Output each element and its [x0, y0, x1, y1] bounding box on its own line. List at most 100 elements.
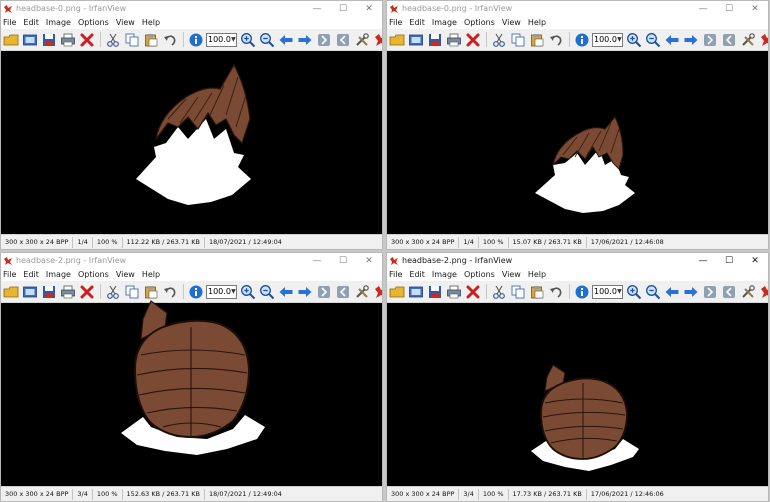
slideshow-icon[interactable]	[407, 283, 424, 300]
menu-file[interactable]: File	[3, 270, 16, 279]
cut-icon[interactable]	[490, 283, 507, 300]
open-folder-icon[interactable]	[388, 31, 405, 48]
menu-file[interactable]: File	[389, 18, 402, 27]
cut-icon[interactable]	[104, 283, 121, 300]
tools-icon[interactable]	[739, 31, 756, 48]
delete-icon[interactable]	[78, 283, 95, 300]
irfanview-logo-icon[interactable]	[758, 31, 768, 48]
image-canvas[interactable]	[1, 300, 382, 487]
menu-help[interactable]: Help	[528, 270, 546, 279]
slideshow-icon[interactable]	[21, 31, 38, 48]
next-icon[interactable]	[682, 283, 699, 300]
zoom-select[interactable]: 100.0 ▼	[592, 32, 623, 47]
minimize-button[interactable]: —	[304, 253, 330, 268]
minimize-button[interactable]: —	[304, 1, 330, 16]
menu-options[interactable]: Options	[78, 18, 109, 27]
menu-image[interactable]: Image	[432, 270, 457, 279]
menu-help[interactable]: Help	[142, 270, 160, 279]
print-icon[interactable]	[445, 283, 462, 300]
info-icon[interactable]	[187, 283, 204, 300]
title-bar[interactable]: headbase-2.png - IrfanView — ☐ ✕	[387, 253, 768, 268]
menu-view[interactable]: View	[116, 18, 135, 27]
zoom-in-icon[interactable]	[239, 31, 256, 48]
zoom-select[interactable]: 100.0 ▼	[206, 32, 237, 47]
tools-icon[interactable]	[739, 283, 756, 300]
menu-view[interactable]: View	[502, 18, 521, 27]
close-button[interactable]: ✕	[742, 1, 768, 16]
tools-icon[interactable]	[353, 283, 370, 300]
image-canvas[interactable]	[1, 51, 382, 235]
menu-edit[interactable]: Edit	[23, 270, 39, 279]
copy-icon[interactable]	[509, 31, 526, 48]
print-icon[interactable]	[59, 283, 76, 300]
next-icon[interactable]	[296, 31, 313, 48]
copy-icon[interactable]	[123, 31, 140, 48]
first-icon[interactable]	[315, 31, 332, 48]
open-folder-icon[interactable]	[2, 283, 19, 300]
irfanview-logo-icon[interactable]	[372, 283, 382, 300]
zoom-in-icon[interactable]	[625, 283, 642, 300]
print-icon[interactable]	[59, 31, 76, 48]
maximize-button[interactable]: ☐	[330, 1, 356, 16]
undo-icon[interactable]	[161, 283, 178, 300]
minimize-button[interactable]: —	[690, 253, 716, 268]
irfanview-logo-icon[interactable]	[758, 283, 768, 300]
open-folder-icon[interactable]	[2, 31, 19, 48]
info-icon[interactable]	[573, 31, 590, 48]
next-icon[interactable]	[296, 283, 313, 300]
zoom-out-icon[interactable]	[644, 31, 661, 48]
cut-icon[interactable]	[490, 31, 507, 48]
zoom-out-icon[interactable]	[258, 283, 275, 300]
first-icon[interactable]	[315, 283, 332, 300]
delete-icon[interactable]	[464, 283, 481, 300]
paste-icon[interactable]	[142, 31, 159, 48]
save-icon[interactable]	[40, 283, 57, 300]
tools-icon[interactable]	[353, 31, 370, 48]
zoom-select[interactable]: 100.0 ▼	[592, 284, 623, 299]
paste-icon[interactable]	[528, 283, 545, 300]
open-folder-icon[interactable]	[388, 283, 405, 300]
previous-icon[interactable]	[663, 31, 680, 48]
save-icon[interactable]	[426, 31, 443, 48]
close-button[interactable]: ✕	[742, 253, 768, 268]
save-icon[interactable]	[426, 283, 443, 300]
title-bar[interactable]: headbase-0.png - IrfanView — ☐ ✕	[387, 1, 768, 16]
last-icon[interactable]	[720, 31, 737, 48]
undo-icon[interactable]	[547, 31, 564, 48]
menu-view[interactable]: View	[116, 270, 135, 279]
menu-file[interactable]: File	[389, 270, 402, 279]
info-icon[interactable]	[573, 283, 590, 300]
cut-icon[interactable]	[104, 31, 121, 48]
slideshow-icon[interactable]	[407, 31, 424, 48]
menu-options[interactable]: Options	[78, 270, 109, 279]
menu-help[interactable]: Help	[528, 18, 546, 27]
last-icon[interactable]	[334, 31, 351, 48]
slideshow-icon[interactable]	[21, 283, 38, 300]
maximize-button[interactable]: ☐	[330, 253, 356, 268]
menu-edit[interactable]: Edit	[23, 18, 39, 27]
delete-icon[interactable]	[78, 31, 95, 48]
zoom-select[interactable]: 100.0 ▼	[206, 284, 237, 299]
zoom-in-icon[interactable]	[239, 283, 256, 300]
info-icon[interactable]	[187, 31, 204, 48]
title-bar[interactable]: headbase-0.png - IrfanView — ☐ ✕	[1, 1, 382, 16]
maximize-button[interactable]: ☐	[716, 253, 742, 268]
paste-icon[interactable]	[528, 31, 545, 48]
copy-icon[interactable]	[509, 283, 526, 300]
maximize-button[interactable]: ☐	[716, 1, 742, 16]
next-icon[interactable]	[682, 31, 699, 48]
previous-icon[interactable]	[663, 283, 680, 300]
menu-view[interactable]: View	[502, 270, 521, 279]
menu-edit[interactable]: Edit	[409, 270, 425, 279]
previous-icon[interactable]	[277, 31, 294, 48]
title-bar[interactable]: headbase-2.png - IrfanView — ☐ ✕	[1, 253, 382, 268]
first-icon[interactable]	[701, 31, 718, 48]
menu-edit[interactable]: Edit	[409, 18, 425, 27]
zoom-in-icon[interactable]	[625, 31, 642, 48]
minimize-button[interactable]: —	[690, 1, 716, 16]
last-icon[interactable]	[720, 283, 737, 300]
menu-image[interactable]: Image	[46, 18, 71, 27]
delete-icon[interactable]	[464, 31, 481, 48]
close-button[interactable]: ✕	[356, 1, 382, 16]
paste-icon[interactable]	[142, 283, 159, 300]
